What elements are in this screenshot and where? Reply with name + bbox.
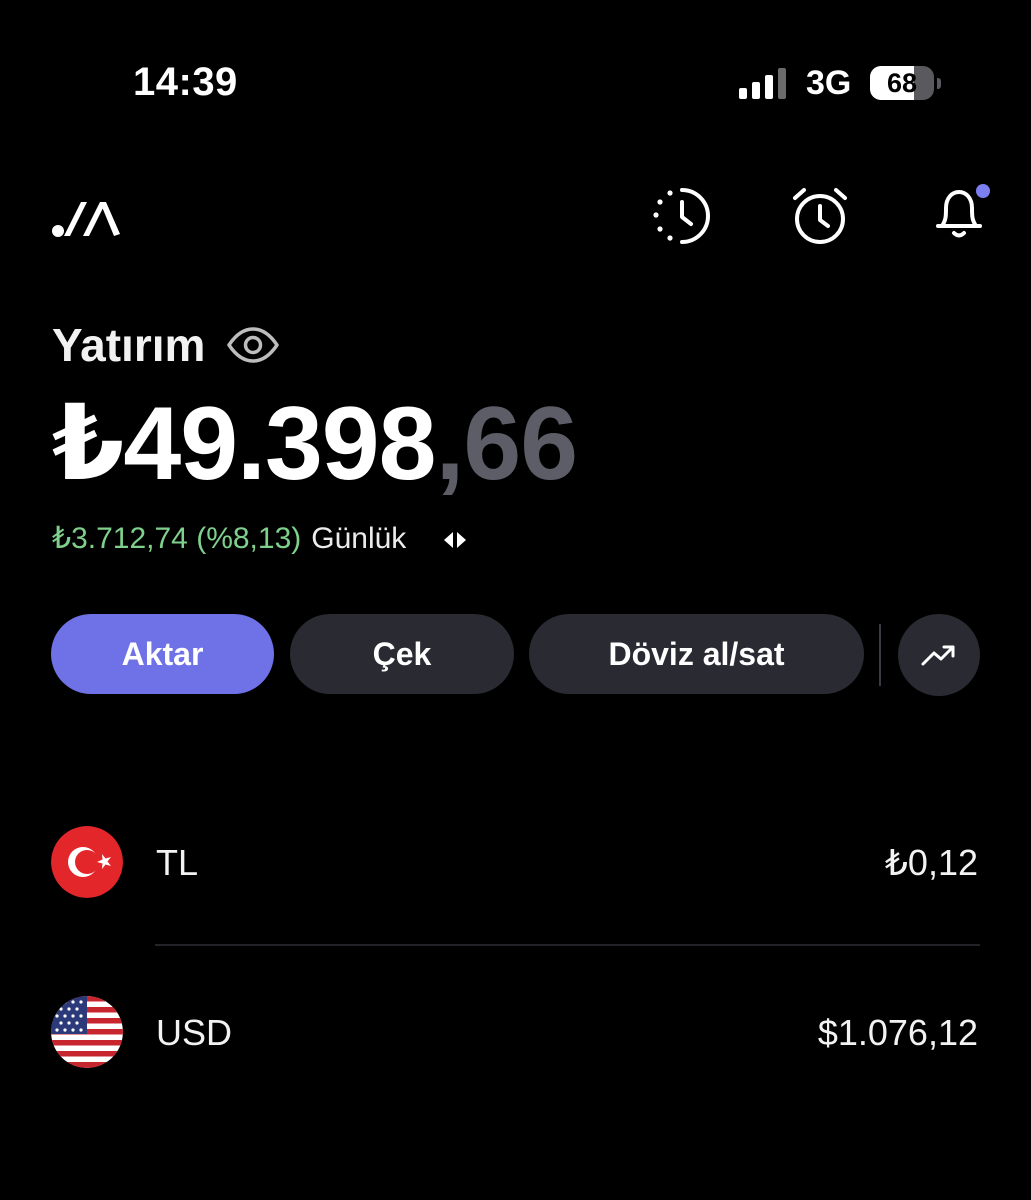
history-clock-icon[interactable] bbox=[650, 184, 714, 248]
currency-name: TL bbox=[156, 842, 199, 883]
currency-amount: ₺0,12 bbox=[885, 842, 978, 883]
usa-flag-icon bbox=[51, 996, 123, 1068]
network-type: 3G bbox=[806, 64, 852, 102]
page-title: Yatırım bbox=[52, 319, 206, 371]
row-divider bbox=[155, 944, 980, 946]
balance-amount: ₺49.398,66 bbox=[52, 382, 578, 504]
currency-row-tl[interactable]: TL ₺0,12 bbox=[0, 820, 1031, 910]
currency-name: USD bbox=[156, 1012, 233, 1053]
exchange-button[interactable]: Döviz al/sat bbox=[529, 614, 864, 694]
currency-amount: $1.076,12 bbox=[817, 1012, 978, 1053]
transfer-button[interactable]: Aktar bbox=[51, 614, 274, 694]
app-logo-icon[interactable] bbox=[50, 196, 120, 238]
swap-arrows-icon[interactable] bbox=[440, 527, 470, 553]
bell-icon[interactable] bbox=[928, 180, 992, 244]
signal-icon bbox=[739, 68, 786, 99]
eye-icon[interactable] bbox=[226, 324, 280, 366]
notification-dot bbox=[976, 184, 990, 198]
currency-row-usd[interactable]: USD $1.076,12 bbox=[0, 990, 1031, 1080]
trending-up-icon bbox=[921, 645, 955, 666]
battery-percent: 68 bbox=[886, 68, 918, 98]
change-value: ₺3.712,74 (%8,13) bbox=[52, 522, 302, 555]
status-time: 14:39 bbox=[133, 60, 238, 104]
withdraw-button[interactable]: Çek bbox=[290, 614, 514, 694]
turkey-flag-icon bbox=[51, 826, 123, 898]
alarm-clock-icon[interactable] bbox=[788, 184, 852, 248]
battery-indicator: 68 bbox=[870, 66, 942, 102]
balance-decimal: ,66 bbox=[435, 386, 578, 502]
balance-whole: ₺49.398 bbox=[52, 386, 436, 502]
daily-change: ₺3.712,74 (%8,13) Günlük bbox=[52, 521, 406, 556]
button-divider bbox=[879, 624, 881, 686]
period-label[interactable]: Günlük bbox=[311, 522, 406, 555]
trend-button[interactable] bbox=[898, 614, 980, 696]
